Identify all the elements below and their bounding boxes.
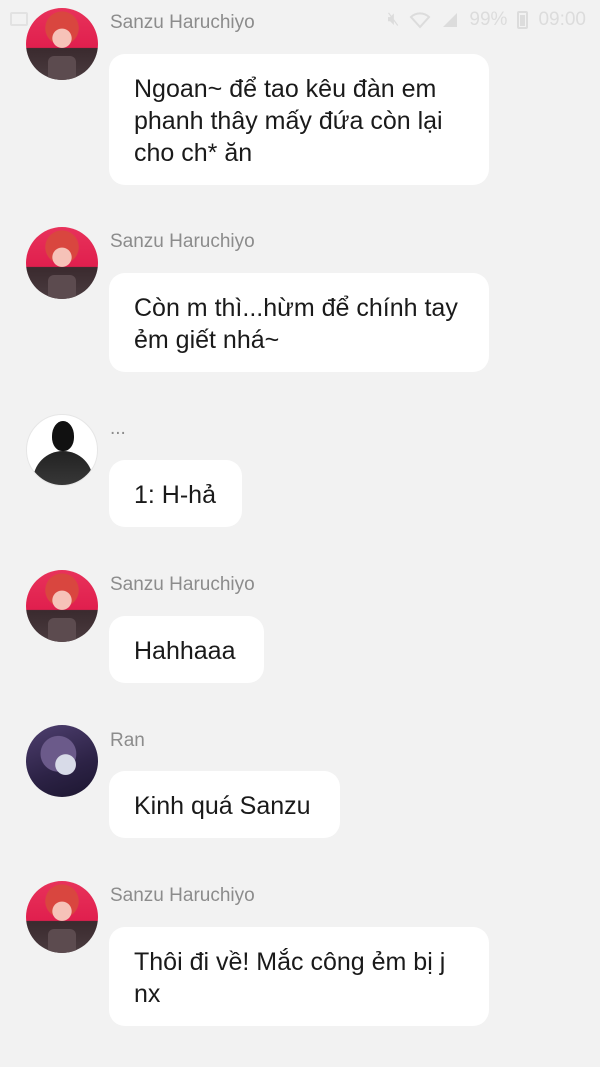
message-bubble[interactable]: Còn m thì...hừm để chính tay ẻm giết nhá… — [109, 273, 489, 372]
battery-icon — [517, 11, 529, 29]
message-bubble[interactable]: Hahhaaa — [109, 616, 264, 683]
clock: 09:00 — [538, 9, 586, 30]
wifi-icon — [409, 11, 431, 29]
sender-name: ... — [110, 418, 126, 439]
avatar[interactable] — [26, 227, 98, 299]
sender-name: Ran — [110, 730, 145, 751]
sender-name: Sanzu Haruchiyo — [110, 885, 255, 906]
signal-icon — [441, 11, 459, 29]
message-bubble[interactable]: Kinh quá Sanzu — [109, 771, 340, 838]
message-bubble[interactable]: Ngoan~ để tao kêu đàn em phanh thây mấy … — [109, 54, 489, 185]
avatar[interactable] — [26, 570, 98, 642]
message-bubble[interactable]: 1: H-hả — [109, 460, 242, 527]
battery-percentage: 99% — [469, 9, 508, 30]
gallery-icon — [10, 12, 28, 26]
avatar[interactable] — [26, 414, 98, 486]
mute-icon: 🔇︎ — [387, 9, 400, 30]
sender-name: Sanzu Haruchiyo — [110, 231, 255, 252]
message-bubble[interactable]: Thôi đi về! Mắc công ẻm bị j nx — [109, 927, 489, 1026]
avatar[interactable] — [26, 725, 98, 797]
avatar[interactable] — [26, 8, 98, 80]
avatar[interactable] — [26, 881, 98, 953]
sender-name: Sanzu Haruchiyo — [110, 12, 255, 33]
sender-name: Sanzu Haruchiyo — [110, 574, 255, 595]
